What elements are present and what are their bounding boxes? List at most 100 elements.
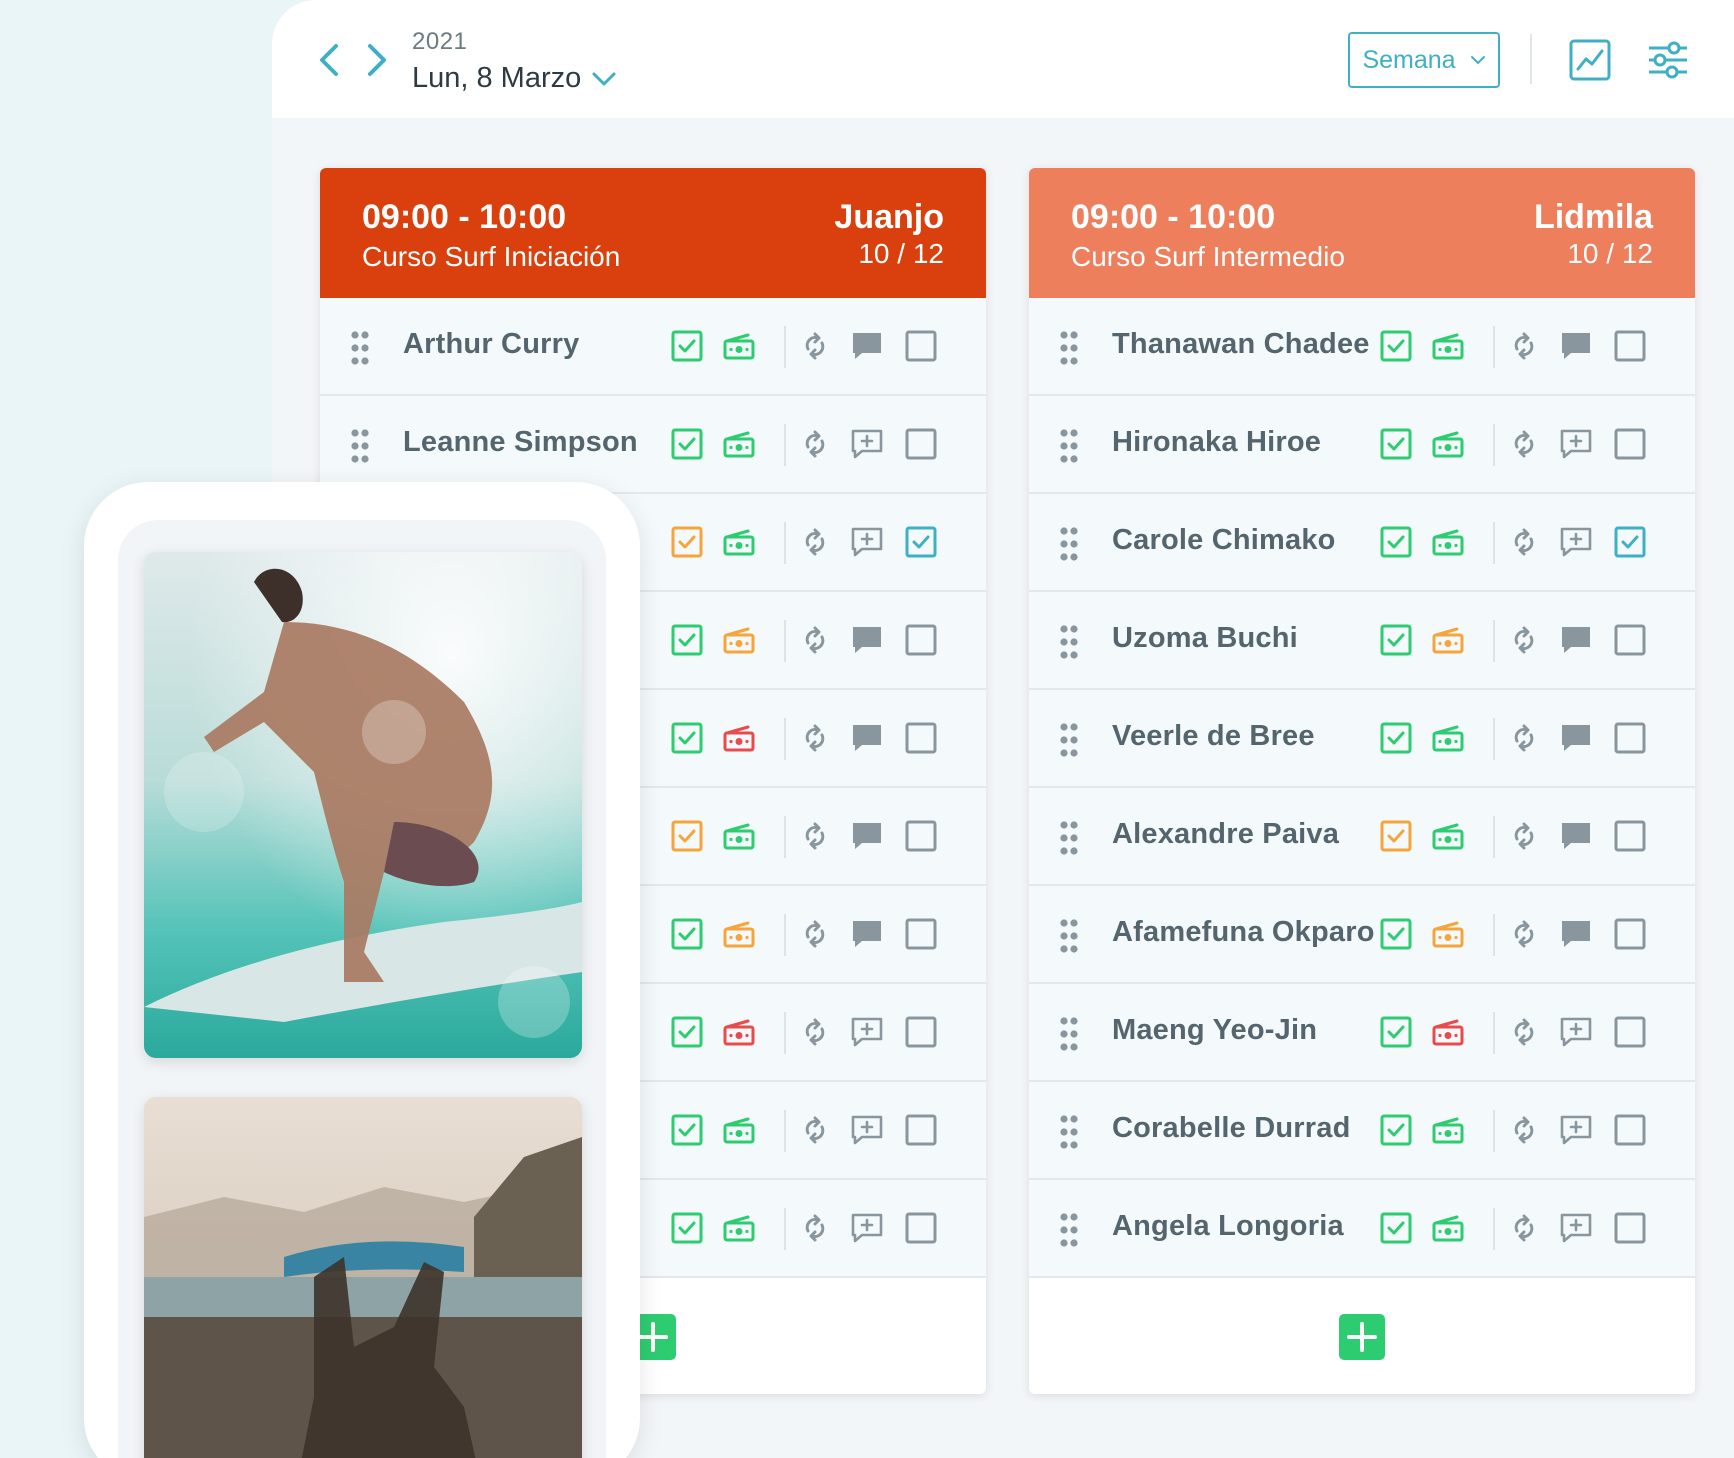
sync-icon[interactable] — [1507, 721, 1541, 755]
attendance-check-icon[interactable] — [670, 1015, 704, 1049]
student-row[interactable]: Corabelle Durrad — [1029, 1082, 1695, 1180]
select-checkbox[interactable] — [904, 1211, 938, 1245]
sync-icon[interactable] — [798, 917, 832, 951]
chart-icon[interactable] — [1568, 38, 1612, 82]
select-checkbox[interactable] — [904, 721, 938, 755]
attendance-check-icon[interactable] — [1379, 917, 1413, 951]
comment-icon[interactable] — [850, 819, 884, 853]
select-checkbox[interactable] — [904, 427, 938, 461]
sync-icon[interactable] — [1507, 1015, 1541, 1049]
sync-icon[interactable] — [1507, 819, 1541, 853]
attendance-check-icon[interactable] — [1379, 623, 1413, 657]
attendance-check-icon[interactable] — [1379, 329, 1413, 363]
payment-cash-icon[interactable] — [722, 525, 756, 559]
payment-cash-icon[interactable] — [722, 721, 756, 755]
comment-icon[interactable] — [1559, 721, 1593, 755]
sync-icon[interactable] — [1507, 1113, 1541, 1147]
student-row[interactable]: Afamefuna Okparo — [1029, 886, 1695, 984]
sync-icon[interactable] — [1507, 427, 1541, 461]
sync-icon[interactable] — [798, 1113, 832, 1147]
payment-cash-icon[interactable] — [1431, 525, 1465, 559]
payment-cash-icon[interactable] — [722, 329, 756, 363]
comment-icon[interactable] — [850, 917, 884, 951]
comment-icon[interactable] — [850, 329, 884, 363]
view-select[interactable]: Semana — [1348, 32, 1500, 88]
sync-icon[interactable] — [798, 329, 832, 363]
payment-cash-icon[interactable] — [722, 1015, 756, 1049]
filter-sliders-icon[interactable] — [1646, 38, 1690, 82]
payment-cash-icon[interactable] — [1431, 1211, 1465, 1245]
sync-icon[interactable] — [798, 1211, 832, 1245]
student-row[interactable]: Angela Longoria — [1029, 1180, 1695, 1278]
student-row[interactable]: Alexandre Paiva — [1029, 788, 1695, 886]
student-row[interactable]: Hironaka Hiroe — [1029, 396, 1695, 494]
date-picker[interactable]: Lun, 8 Marzo — [412, 62, 617, 95]
select-checkbox[interactable] — [904, 917, 938, 951]
attendance-check-icon[interactable] — [1379, 1211, 1413, 1245]
student-row[interactable]: Carole Chimako — [1029, 494, 1695, 592]
student-row[interactable]: Leanne Simpson — [320, 396, 986, 494]
sync-icon[interactable] — [798, 525, 832, 559]
chevron-right-icon[interactable] — [360, 40, 394, 80]
select-checkbox[interactable] — [904, 819, 938, 853]
payment-cash-icon[interactable] — [722, 1211, 756, 1245]
add-student-button[interactable] — [1339, 1314, 1385, 1360]
attendance-check-icon[interactable] — [670, 525, 704, 559]
attendance-check-icon[interactable] — [670, 329, 704, 363]
select-checkbox[interactable] — [1613, 1015, 1647, 1049]
student-row[interactable]: Thanawan Chadee — [1029, 298, 1695, 396]
select-checkbox[interactable] — [904, 525, 938, 559]
attendance-check-icon[interactable] — [1379, 525, 1413, 559]
sync-icon[interactable] — [798, 1015, 832, 1049]
attendance-check-icon[interactable] — [1379, 1113, 1413, 1147]
sync-icon[interactable] — [798, 721, 832, 755]
payment-cash-icon[interactable] — [722, 917, 756, 951]
attendance-check-icon[interactable] — [1379, 819, 1413, 853]
drag-handle-icon[interactable] — [1059, 918, 1079, 954]
attendance-check-icon[interactable] — [670, 721, 704, 755]
drag-handle-icon[interactable] — [1059, 330, 1079, 366]
chevron-left-icon[interactable] — [312, 40, 346, 80]
payment-cash-icon[interactable] — [1431, 1015, 1465, 1049]
payment-cash-icon[interactable] — [1431, 329, 1465, 363]
add-comment-icon[interactable] — [1559, 1113, 1593, 1147]
select-checkbox[interactable] — [1613, 1113, 1647, 1147]
add-comment-icon[interactable] — [850, 1211, 884, 1245]
add-comment-icon[interactable] — [850, 427, 884, 461]
drag-handle-icon[interactable] — [1059, 722, 1079, 758]
payment-cash-icon[interactable] — [1431, 1113, 1465, 1147]
attendance-check-icon[interactable] — [670, 1211, 704, 1245]
add-comment-icon[interactable] — [850, 525, 884, 559]
drag-handle-icon[interactable] — [350, 428, 370, 464]
select-checkbox[interactable] — [1613, 1211, 1647, 1245]
payment-cash-icon[interactable] — [1431, 623, 1465, 657]
comment-icon[interactable] — [850, 721, 884, 755]
sync-icon[interactable] — [1507, 917, 1541, 951]
attendance-check-icon[interactable] — [670, 1113, 704, 1147]
attendance-check-icon[interactable] — [1379, 721, 1413, 755]
select-checkbox[interactable] — [1613, 819, 1647, 853]
student-row[interactable]: Uzoma Buchi — [1029, 592, 1695, 690]
payment-cash-icon[interactable] — [1431, 819, 1465, 853]
drag-handle-icon[interactable] — [1059, 1212, 1079, 1248]
sync-icon[interactable] — [798, 427, 832, 461]
attendance-check-icon[interactable] — [670, 623, 704, 657]
select-checkbox[interactable] — [1613, 525, 1647, 559]
comment-icon[interactable] — [1559, 623, 1593, 657]
add-comment-icon[interactable] — [1559, 525, 1593, 559]
select-checkbox[interactable] — [1613, 721, 1647, 755]
student-row[interactable]: Arthur Curry — [320, 298, 986, 396]
select-checkbox[interactable] — [1613, 917, 1647, 951]
add-comment-icon[interactable] — [850, 1113, 884, 1147]
comment-icon[interactable] — [1559, 819, 1593, 853]
sync-icon[interactable] — [1507, 623, 1541, 657]
select-checkbox[interactable] — [1613, 623, 1647, 657]
student-row[interactable]: Veerle de Bree — [1029, 690, 1695, 788]
add-comment-icon[interactable] — [850, 1015, 884, 1049]
drag-handle-icon[interactable] — [1059, 1114, 1079, 1150]
drag-handle-icon[interactable] — [1059, 624, 1079, 660]
select-checkbox[interactable] — [904, 1113, 938, 1147]
drag-handle-icon[interactable] — [1059, 428, 1079, 464]
select-checkbox[interactable] — [1613, 329, 1647, 363]
drag-handle-icon[interactable] — [1059, 526, 1079, 562]
